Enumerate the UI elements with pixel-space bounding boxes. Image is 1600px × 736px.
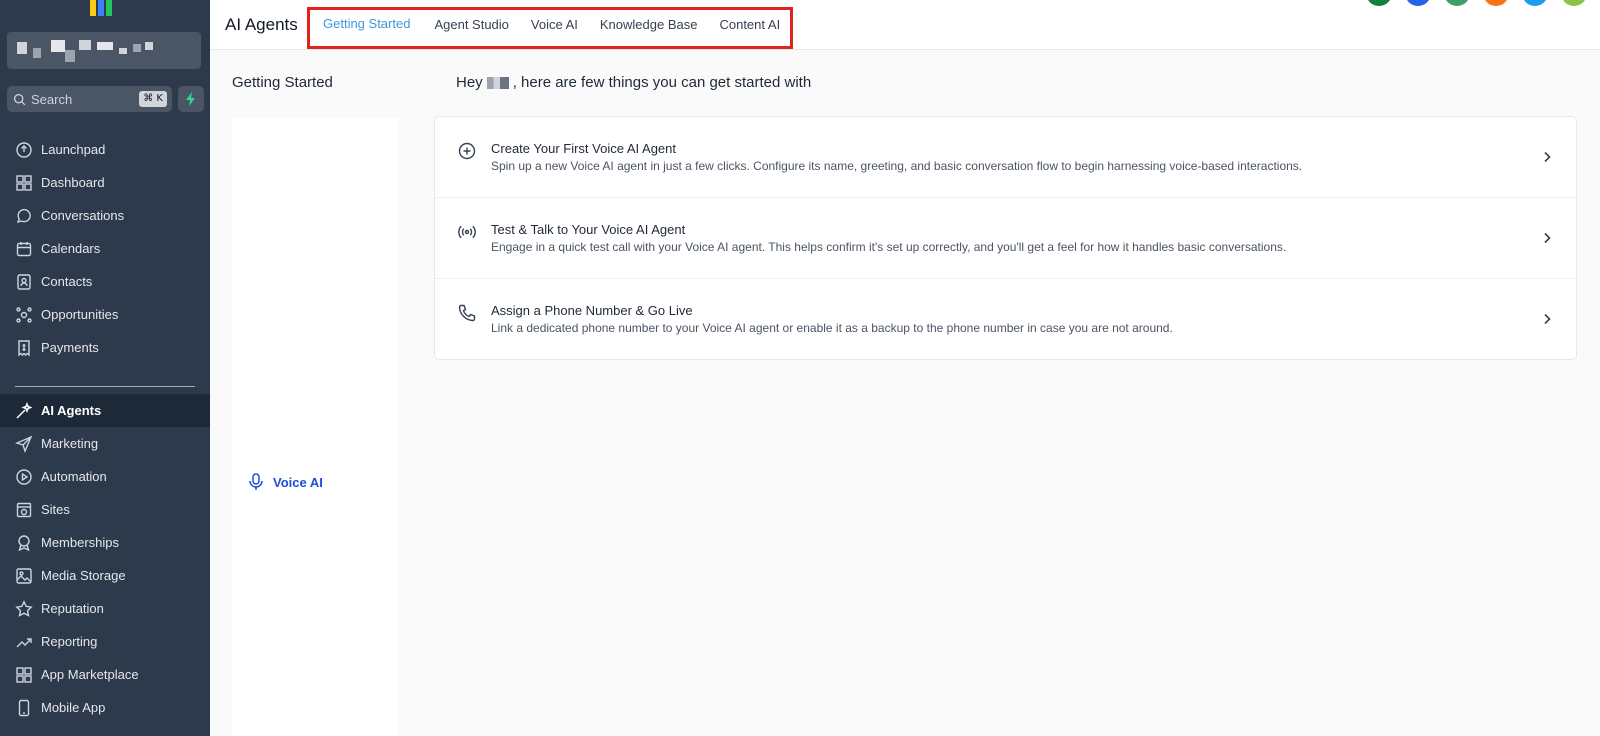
sidebar-item-conversations[interactable]: Conversations [0, 199, 210, 232]
greeting-suffix: , here are few things you can get starte… [512, 74, 812, 91]
sparkle-icon [16, 401, 33, 419]
greeting-prefix: Hey [456, 74, 483, 91]
sidebar-item-label: Media Storage [41, 568, 126, 583]
sidebar-item-label: Payments [41, 340, 99, 355]
dashboard-icon [16, 174, 32, 191]
sidebar-item-launchpad[interactable]: Launchpad [0, 133, 210, 166]
logo [90, 0, 118, 16]
sidebar-item-calendars[interactable]: Calendars [0, 232, 210, 265]
sidebar-item-sites[interactable]: Sites [0, 493, 210, 526]
card-description: Engage in a quick test call with your Vo… [491, 240, 1287, 254]
sidebar-item-payments[interactable]: Payments [0, 331, 210, 364]
chevron-right-icon [1544, 151, 1551, 163]
card-description: Link a dedicated phone number to your Vo… [491, 321, 1173, 335]
sidebar-nav-bottom: AI Agents Marketing Automation Sites Mem… [0, 394, 210, 724]
image-icon [16, 567, 32, 584]
sidebar-item-label: AI Agents [41, 403, 102, 418]
search-icon [13, 93, 26, 105]
chevron-right-icon [1544, 232, 1551, 244]
top-header: AI Agents Getting Started Agent Studio V… [210, 0, 1600, 50]
voice-ai-link-label: Voice AI [273, 474, 323, 490]
voice-ai-link[interactable]: Voice AI [248, 473, 323, 491]
quick-action-button[interactable] [178, 86, 204, 112]
send-icon [15, 435, 33, 453]
sidebar-item-label: Reputation [41, 601, 104, 616]
sites-icon [16, 502, 32, 517]
left-panel-title: Getting Started [232, 74, 333, 91]
sidebar-item-automation[interactable]: Automation [0, 460, 210, 493]
phone-icon [458, 304, 476, 322]
sidebar-item-label: Memberships [41, 535, 120, 550]
sidebar-item-label: Dashboard [41, 175, 105, 190]
microphone-icon [249, 473, 263, 490]
badge-icon [18, 534, 30, 551]
page-title: AI Agents [225, 15, 298, 34]
sidebar-item-label: App Marketplace [41, 667, 139, 682]
calendar-icon [16, 241, 32, 256]
card-title: Create Your First Voice AI Agent [491, 141, 677, 156]
sidebar-divider [15, 386, 195, 387]
tabs-highlight-box [307, 7, 793, 49]
automation-icon [16, 468, 32, 485]
sidebar-item-memberships[interactable]: Memberships [0, 526, 210, 559]
opportunities-icon [16, 306, 32, 323]
sidebar-nav-top: Launchpad Dashboard Conversations Calend… [0, 133, 210, 364]
contacts-icon [17, 273, 31, 290]
avatar[interactable] [1483, 0, 1509, 6]
left-panel [232, 118, 398, 736]
rocket-icon [16, 141, 32, 158]
star-icon [15, 599, 33, 617]
broadcast-icon [458, 225, 476, 239]
sidebar-item-mobile-app[interactable]: Mobile App [0, 691, 210, 724]
card-title: Test & Talk to Your Voice AI Agent [491, 222, 686, 237]
card-assign-number[interactable]: Assign a Phone Number & Go Live Link a d… [435, 279, 1576, 360]
sidebar-item-label: Launchpad [41, 142, 106, 157]
sidebar-item-label: Reporting [41, 634, 98, 649]
bolt-icon [186, 92, 195, 106]
avatar[interactable] [1522, 0, 1548, 6]
search-placeholder: Search [31, 91, 73, 107]
sidebar-item-label: Mobile App [41, 700, 106, 715]
sidebar-item-reputation[interactable]: Reputation [0, 592, 210, 625]
getting-started-list: Create Your First Voice AI Agent Spin up… [434, 116, 1577, 360]
sidebar-item-label: Automation [41, 469, 107, 484]
trend-icon [16, 637, 32, 647]
mobile-icon [18, 699, 30, 716]
sidebar-item-media-storage[interactable]: Media Storage [0, 559, 210, 592]
header-actions [1366, 0, 1600, 6]
avatar[interactable] [1561, 0, 1587, 6]
sidebar-item-label: Contacts [41, 274, 93, 289]
sidebar: Search ⌘ K Launchpad Dashboard Conversat… [0, 0, 210, 736]
sidebar-item-label: Opportunities [41, 307, 119, 322]
search-input[interactable]: Search ⌘ K [7, 86, 172, 112]
card-description: Spin up a new Voice AI agent in just a f… [491, 159, 1303, 173]
grid-icon [16, 666, 32, 683]
sidebar-item-label: Calendars [41, 241, 101, 256]
plus-circle-icon [458, 142, 476, 160]
sidebar-item-reporting[interactable]: Reporting [0, 625, 210, 658]
sidebar-item-label: Sites [41, 502, 70, 517]
sidebar-item-marketing[interactable]: Marketing [0, 427, 210, 460]
sidebar-item-ai-agents[interactable]: AI Agents [0, 394, 210, 427]
sidebar-item-label: Conversations [41, 208, 125, 223]
sidebar-item-label: Marketing [41, 436, 99, 451]
card-create-agent[interactable]: Create Your First Voice AI Agent Spin up… [435, 117, 1576, 198]
sidebar-item-dashboard[interactable]: Dashboard [0, 166, 210, 199]
search-shortcut: ⌘ K [139, 91, 167, 107]
chat-icon [16, 208, 31, 223]
redacted-username [486, 76, 509, 89]
payments-icon [18, 339, 30, 356]
chevron-right-icon [1544, 313, 1551, 325]
sidebar-item-app-marketplace[interactable]: App Marketplace [0, 658, 210, 691]
card-title: Assign a Phone Number & Go Live [491, 303, 693, 318]
account-switcher[interactable] [7, 32, 201, 69]
sidebar-item-contacts[interactable]: Contacts [0, 265, 210, 298]
avatar[interactable] [1444, 0, 1470, 6]
sidebar-item-opportunities[interactable]: Opportunities [0, 298, 210, 331]
avatar[interactable] [1366, 0, 1392, 6]
greeting: Hey , here are few things you can get st… [456, 74, 811, 91]
avatar[interactable] [1405, 0, 1431, 6]
card-test-agent[interactable]: Test & Talk to Your Voice AI Agent Engag… [435, 198, 1576, 279]
